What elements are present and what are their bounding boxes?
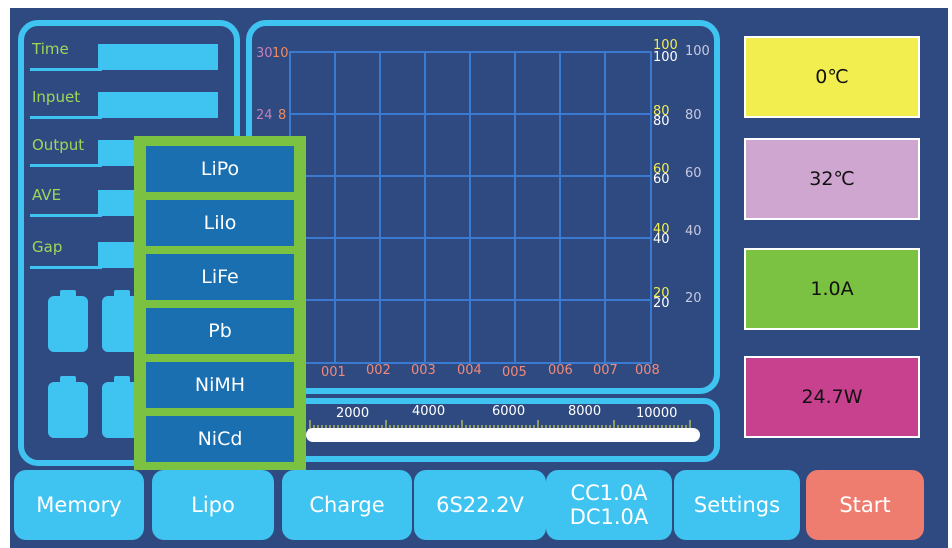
battery-option-nicd[interactable]: NiCd [146,416,294,462]
start-button[interactable]: Start [806,470,924,540]
charge-mode-button[interactable]: Charge [282,470,412,540]
x-tick: 003 [411,363,436,378]
x-tick: 008 [635,363,660,378]
y-left-outer-tick: 24 [256,108,273,123]
memory-button[interactable]: Memory [14,470,144,540]
y-right-outer-tick: 20 [685,291,702,306]
capacity-progress-bar [306,428,700,442]
y-right-inner-tick: 60 [653,172,670,187]
charger-screen: Time Inpuet Output AVE Gap 30 10 24 8 10… [10,8,948,548]
battery-option-lilo[interactable]: Lilo [146,200,294,246]
y-right-inner-tick: 100 [653,50,678,65]
battery-type-button[interactable]: Lipo [152,470,274,540]
y-left-inner-tick: 10 [272,46,289,61]
y-right-outer-tick: 100 [685,44,710,59]
temperature-2-readout: 32℃ [744,138,920,220]
battery-option-lipo[interactable]: LiPo [146,146,294,192]
discharge-current-label: DC1.0A [569,505,649,529]
y-left-outer-tick: 30 [256,46,273,61]
current-readout: 1.0A [744,248,920,330]
x-tick: 006 [548,363,573,378]
x-tick: 004 [457,363,482,378]
temperature-1-readout: 0℃ [744,36,920,118]
y-left-inner-tick: 8 [278,108,287,123]
x-tick: 001 [321,365,346,380]
battery-option-pb[interactable]: Pb [146,308,294,354]
y-right-outer-tick: 60 [685,166,702,181]
y-right-inner-tick: 40 [653,232,670,247]
y-right-outer-tick: 80 [685,108,702,123]
x-tick: 005 [502,365,527,380]
power-readout: 24.7W [744,356,920,438]
battery-type-menu: LiPo Lilo LiFe Pb NiMH NiCd [134,136,306,470]
current-setting-button[interactable]: CC1.0A DC1.0A [546,470,672,540]
voltage-button[interactable]: 6S22.2V [414,470,546,540]
settings-button[interactable]: Settings [674,470,800,540]
battery-option-life[interactable]: LiFe [146,254,294,300]
y-right-inner-tick: 80 [653,114,670,129]
x-tick: 007 [593,363,618,378]
x-tick: 002 [366,363,391,378]
y-right-outer-tick: 40 [685,224,702,239]
charge-current-label: CC1.0A [570,481,648,505]
y-right-inner-tick: 20 [653,296,670,311]
battery-option-nimh[interactable]: NiMH [146,362,294,408]
